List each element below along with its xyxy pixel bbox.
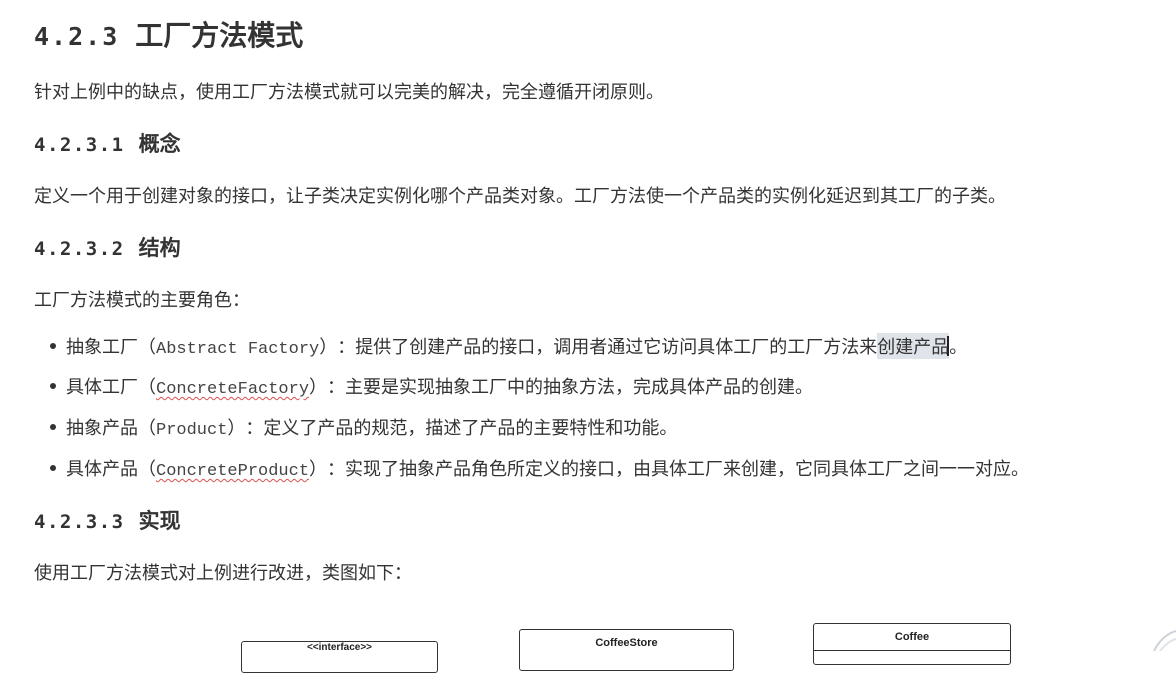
section-heading-impl: 4.2.3.3 实现	[34, 505, 181, 535]
diagram-coffeestore-box: CoffeeStore	[519, 629, 734, 671]
role-desc: ：提供了创建产品的接口，调用者通过它访问具体工厂的工厂方法来	[337, 337, 878, 358]
impl-number: 4.2.3.3	[34, 511, 125, 533]
role-code: Abstract Factory	[156, 340, 320, 359]
section-heading-structure: 4.2.3.2 结构	[34, 232, 181, 262]
role-desc-end: 。	[949, 337, 968, 358]
list-item-concrete-factory: 具体工厂（ConcreteFactory）：主要是实现抽象工厂中的抽象方法，完成…	[50, 373, 813, 399]
bullet	[50, 465, 56, 471]
role-code: Product	[156, 421, 228, 440]
role-name: 抽象产品	[66, 418, 138, 439]
role-name: 抽象工厂	[66, 337, 138, 358]
role-desc: ：定义了产品的规范，描述了产品的主要特性和功能。	[245, 418, 678, 439]
selected-text[interactable]: 创建产品	[877, 333, 950, 359]
role-desc: ：实现了抽象产品角色所定义的接口，由具体工厂来创建，它同具体工厂之间一一对应。	[327, 459, 1030, 480]
diagram-interface-box: <<interface>>	[241, 641, 438, 673]
concept-paragraph: 定义一个用于创建对象的接口，让子类决定实例化哪个产品类对象。工厂方法使一个产品类…	[34, 186, 1006, 207]
diagram-coffee-box: Coffee	[813, 623, 1011, 665]
section-heading-concept: 4.2.3.1 概念	[34, 128, 181, 158]
role-name: 具体产品	[66, 459, 138, 480]
roles-intro: 工厂方法模式的主要角色：	[34, 290, 250, 311]
intro-paragraph: 针对上例中的缺点，使用工厂方法模式就可以完美的解决，完全遵循开闭原则。	[34, 82, 664, 103]
impl-title: 实现	[138, 509, 181, 533]
bullet	[50, 343, 56, 349]
text-cursor	[947, 336, 950, 356]
role-name: 具体工厂	[66, 377, 138, 398]
coffeestore-label: CoffeeStore	[595, 637, 658, 649]
structure-number: 4.2.3.2	[34, 238, 125, 260]
concept-number: 4.2.3.1	[34, 134, 125, 156]
heading-number: 4.2.3	[34, 22, 120, 51]
concept-title: 概念	[138, 132, 181, 156]
structure-title: 结构	[138, 236, 181, 260]
role-code: ConcreteProduct	[156, 462, 310, 481]
interface-label: <<interface>>	[306, 642, 373, 653]
role-desc: ：主要是实现抽象工厂中的抽象方法，完成具体产品的创建。	[327, 377, 814, 398]
list-item-concrete-product: 具体产品（ConcreteProduct）：实现了抽象产品角色所定义的接口，由具…	[50, 455, 1029, 481]
bullet	[50, 424, 56, 430]
heading-title: 工厂方法模式	[135, 19, 304, 52]
role-code: ConcreteFactory	[156, 380, 310, 399]
impl-paragraph: 使用工厂方法模式对上例进行改进，类图如下：	[34, 563, 412, 584]
list-item-abstract-product: 抽象产品（Product）：定义了产品的规范，描述了产品的主要特性和功能。	[50, 414, 677, 440]
bullet	[50, 383, 56, 389]
coffee-label: Coffee	[894, 631, 930, 643]
list-item-abstract-factory: 抽象工厂（Abstract Factory）：提供了创建产品的接口，调用者通过它…	[50, 333, 967, 359]
section-heading-4-2-3: 4.2.3 工厂方法模式	[34, 14, 303, 54]
corner-decoration-icon	[1153, 630, 1176, 651]
